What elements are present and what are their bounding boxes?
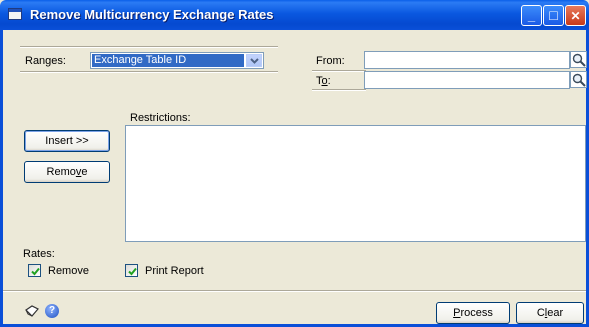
minimize-button[interactable]: _ bbox=[521, 5, 542, 26]
window-title: Remove Multicurrency Exchange Rates bbox=[30, 7, 274, 22]
remove-checkbox[interactable] bbox=[28, 264, 41, 277]
to-label: To: bbox=[316, 75, 331, 87]
to-input[interactable] bbox=[364, 71, 570, 89]
insert-button[interactable]: Insert >> bbox=[24, 130, 110, 152]
help-icon[interactable]: ? bbox=[45, 304, 59, 318]
print-report-checkbox[interactable] bbox=[125, 264, 138, 277]
clear-button[interactable]: Clear bbox=[516, 302, 584, 324]
ranges-dropdown[interactable]: Exchange Table ID bbox=[90, 52, 264, 69]
process-button[interactable]: Process bbox=[436, 302, 510, 324]
maximize-button[interactable]: □ bbox=[543, 5, 564, 26]
remove-button-text: Remo bbox=[46, 166, 76, 178]
from-label: From: bbox=[316, 55, 345, 67]
ranges-dropdown-button[interactable] bbox=[246, 54, 262, 67]
from-lookup-button[interactable] bbox=[570, 51, 587, 68]
magnifier-icon bbox=[572, 73, 586, 87]
restrictions-label: Restrictions: bbox=[130, 112, 191, 124]
magnifier-icon bbox=[572, 53, 586, 67]
to-label-colon: : bbox=[327, 75, 331, 87]
checkmark-icon bbox=[128, 267, 137, 276]
restrictions-list[interactable] bbox=[125, 125, 586, 242]
to-separator bbox=[312, 89, 366, 91]
footer-separator bbox=[3, 290, 586, 292]
close-icon: ✕ bbox=[570, 9, 581, 23]
clear-button-text-end: ear bbox=[547, 307, 564, 319]
window-icon bbox=[8, 8, 22, 20]
from-input[interactable] bbox=[364, 51, 570, 69]
to-lookup-button[interactable] bbox=[570, 71, 587, 88]
remove-button-text-end: e bbox=[81, 166, 88, 178]
close-button[interactable]: ✕ bbox=[565, 5, 586, 26]
clear-button-text: C bbox=[536, 307, 545, 319]
chevron-down-icon bbox=[250, 58, 259, 64]
ranges-label: Ranges: bbox=[25, 55, 66, 67]
maximize-icon: □ bbox=[549, 7, 558, 23]
ranges-separator-top bbox=[20, 46, 278, 48]
remove-checkbox-label[interactable]: Remove bbox=[48, 265, 89, 277]
minimize-icon: _ bbox=[527, 8, 536, 23]
title-bar[interactable]: Remove Multicurrency Exchange Rates _ □ … bbox=[0, 0, 589, 30]
checkmark-icon bbox=[31, 267, 40, 276]
rates-label: Rates: bbox=[23, 248, 55, 260]
ranges-selected-value: Exchange Table ID bbox=[92, 54, 244, 67]
remove-button[interactable]: Remove bbox=[24, 161, 110, 183]
note-icon[interactable] bbox=[24, 304, 40, 321]
from-separator bbox=[312, 70, 366, 72]
print-report-checkbox-label[interactable]: Print Report bbox=[145, 265, 204, 277]
ranges-separator-bottom bbox=[20, 71, 278, 73]
process-button-text: rocess bbox=[460, 307, 493, 319]
